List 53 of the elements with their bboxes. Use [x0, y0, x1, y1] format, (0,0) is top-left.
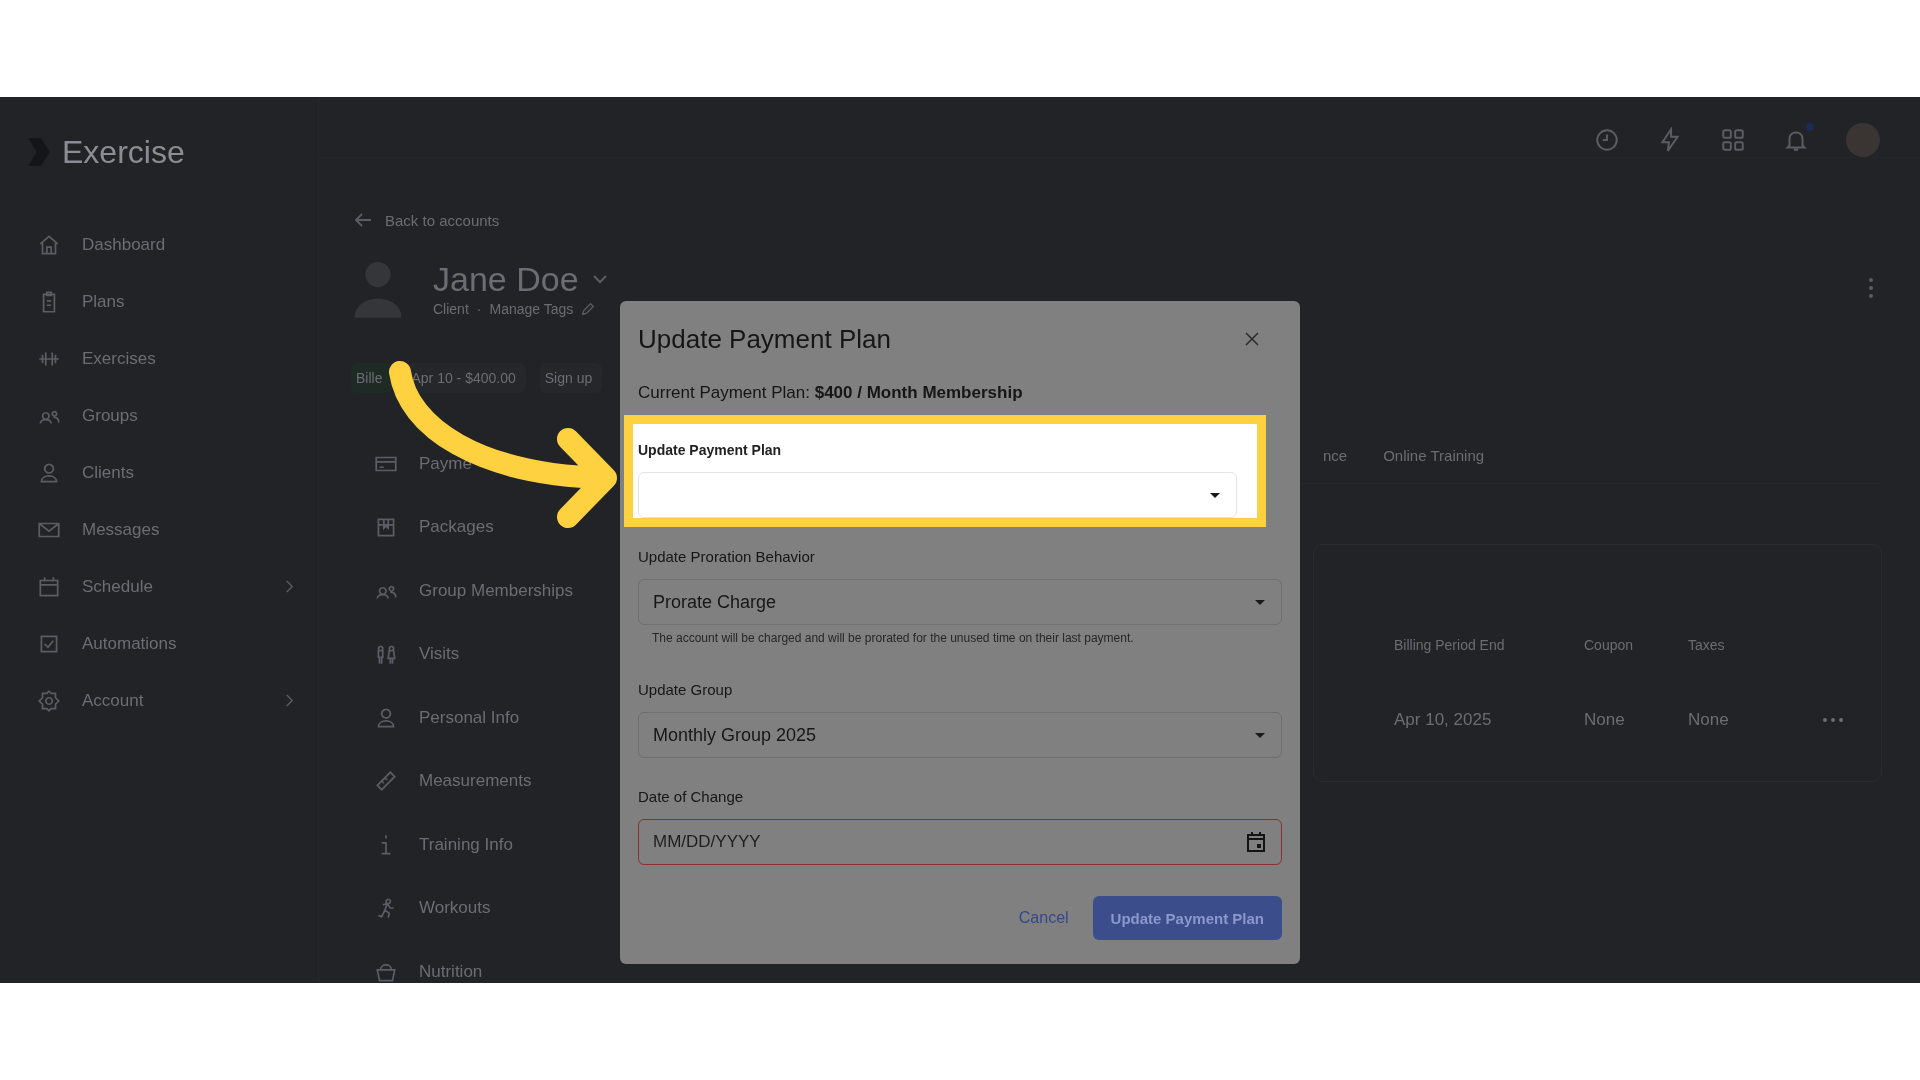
more-vertical-icon[interactable]: [1868, 277, 1874, 299]
client-name: Jane Doe: [433, 259, 579, 299]
column-header: Coupon: [1584, 637, 1635, 653]
sidebar-item[interactable]: Messages: [36, 501, 298, 558]
table-cell-text: None: [1688, 710, 1730, 730]
dialog-title: Update Payment Plan: [638, 323, 891, 355]
field-label: Update Group: [638, 681, 734, 698]
pencil-icon[interactable]: [581, 301, 596, 316]
back-link[interactable]: Back to accounts: [351, 205, 1882, 235]
column-header: Taxes: [1688, 637, 1726, 653]
tab[interactable]: nce: [1323, 447, 1348, 483]
caret-icon: [1255, 599, 1265, 605]
sidebar-item[interactable]: Plans: [36, 273, 298, 330]
client-menu-item[interactable]: Nutrition: [373, 940, 663, 1004]
field-label: Date of Change: [638, 788, 745, 805]
dropdown-field[interactable]: Prorate Charge: [638, 579, 1282, 625]
close-icon[interactable]: [1244, 331, 1260, 347]
dropdown-field[interactable]: [638, 472, 1237, 518]
caret-icon: [1210, 492, 1220, 498]
helper-text: The account will be charged and will be prorated for the unused time on their last payment.: [652, 631, 1135, 645]
sidebar-item[interactable]: Exercises: [36, 330, 298, 387]
avatar[interactable]: [1846, 123, 1880, 157]
separator-dot: ·: [476, 300, 482, 317]
client-role: Client: [433, 300, 469, 317]
table-cell-text: None: [1584, 710, 1626, 730]
caret-icon: [1255, 732, 1265, 738]
column-header: Billing Period End: [1394, 637, 1506, 653]
cancel-button[interactable]: Cancel: [1008, 899, 1079, 937]
more-horizontal-icon[interactable]: [1822, 717, 1844, 723]
table-cell-text: Apr 10, 2025: [1394, 710, 1493, 730]
status-chip: Apr 10 - $400.00: [406, 363, 526, 393]
status-chip: Sign up: [539, 363, 603, 393]
client-menu-item[interactable]: Workouts: [373, 876, 663, 940]
apps-grid-icon[interactable]: [1720, 127, 1746, 153]
sidebar-item[interactable]: Dashboard: [36, 216, 298, 273]
field-label: Update Payment Plan: [638, 442, 783, 458]
dropdown-field[interactable]: Monthly Group 2025: [638, 712, 1282, 758]
date-field[interactable]: MM/DD/YYYY: [638, 819, 1282, 865]
clock-icon[interactable]: [1594, 127, 1620, 153]
tab[interactable]: Online Training: [1383, 447, 1485, 483]
status-chip: Bille: [351, 363, 393, 393]
calendar-icon[interactable]: [1246, 831, 1266, 853]
update-payment-plan-button[interactable]: Update Payment Plan: [1092, 896, 1282, 940]
chevron-down-icon[interactable]: [592, 274, 607, 284]
sidebar-item[interactable]: Automations: [36, 615, 298, 672]
sidebar-item[interactable]: Account: [36, 672, 298, 729]
sidebar-item[interactable]: Schedule: [36, 558, 298, 615]
manage-tags-link[interactable]: Manage Tags: [489, 300, 574, 317]
sidebar-item[interactable]: Clients: [36, 444, 298, 501]
logo-text: Exercise: [62, 133, 185, 171]
field-label: Update Proration Behavior: [638, 548, 816, 565]
current-plan-text: Current Payment Plan: $400 / Month Membership: [638, 383, 1024, 403]
sidebar-item[interactable]: Groups: [36, 387, 298, 444]
